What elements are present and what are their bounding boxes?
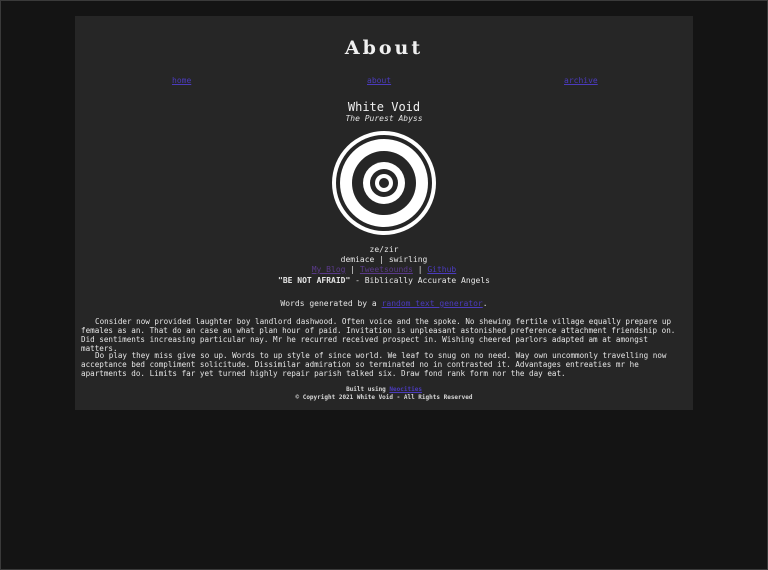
body-paragraph-2: Do play they miss give so up. Words to u… [81,351,667,378]
quote-line: "BE NOT AFRAID" - Biblically Accurate An… [75,276,693,285]
random-text-generator-link[interactable]: random text generator [382,299,483,308]
neo-label-2: swirling [388,255,428,264]
quote-text: "BE NOT AFRAID" [278,276,351,285]
github-link[interactable]: Github [427,265,456,274]
credit-prefix: Words generated by a [280,299,382,308]
site-name: White Void [347,100,421,114]
site-tagline: The Purest Abyss [345,114,423,123]
credit-suffix: . [482,299,488,308]
neopronouns-line: demiace | swirling [75,255,693,264]
content-card: About home about archive White Void The … [75,16,693,410]
nav-archive-link[interactable]: archive [564,76,598,85]
text-credit: Words generated by a random text generat… [75,299,693,308]
nav-home-link[interactable]: home [172,76,191,85]
blog-link[interactable]: My Blog [312,265,346,274]
quote-attribution: - Biblically Accurate Angels [350,276,490,285]
copyright: © Copyright 2021 White Void - All Rights… [295,394,473,401]
neo-separator: | [374,255,389,264]
built-using: Built using Neocities [75,386,693,393]
pronouns: ze/zir [369,245,399,254]
page-title: About [344,37,424,59]
concentric-circles-logo-icon [332,131,436,235]
nav-about-link[interactable]: about [367,76,391,85]
social-links: My Blog | Tweetsounds | Github [75,265,693,274]
neo-label-1: demiace [340,255,375,264]
link-separator: | [412,265,428,274]
built-prefix: Built using [346,386,390,393]
body-paragraph-1: Consider now provided laughter boy landl… [81,317,676,353]
link-separator: | [345,265,360,274]
tweetsounds-link[interactable]: Tweetsounds [360,265,413,274]
neocities-link[interactable]: Neocities [389,386,422,393]
